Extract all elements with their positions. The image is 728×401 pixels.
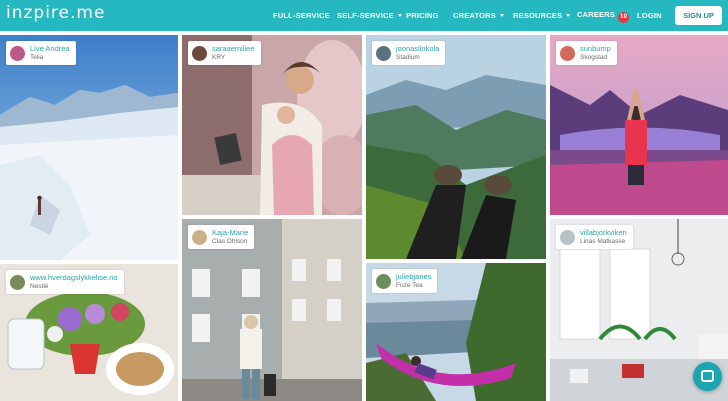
brand-name: Nestlé <box>30 283 49 290</box>
logo[interactable]: inzpire.me <box>6 3 105 23</box>
nav-careers[interactable]: CAREERS 10 <box>577 10 630 23</box>
brand-name: Telia <box>30 54 44 61</box>
chevron-down-icon <box>566 14 571 17</box>
avatar <box>10 274 25 290</box>
snow-mountain-photo <box>0 35 178 260</box>
brand-name: Fuze Tea <box>396 282 423 289</box>
avatar <box>376 45 391 61</box>
creator-card-sunbump[interactable]: sunbump Skogstad <box>550 35 728 215</box>
creator-card-live-andrea[interactable]: Live Andrea Telia <box>0 35 178 260</box>
creator-name: villabjorkviken <box>580 228 627 237</box>
nav-creators-label: CREATORS <box>453 11 496 20</box>
creator-tag: www.hverdagslykkelise.no Nestlé <box>6 270 124 294</box>
chat-launcher-button[interactable] <box>693 362 722 391</box>
creator-tag: joonaslinkola Stadium <box>372 41 446 65</box>
chevron-down-icon <box>397 14 402 17</box>
brand-name: KRY <box>212 54 226 61</box>
avatar <box>560 229 575 245</box>
creator-card-joonaslinkola[interactable]: joonaslinkola Stadium <box>366 35 546 259</box>
creator-name: juliebjanes <box>396 272 432 281</box>
valley-hike-photo <box>366 35 546 259</box>
avatar <box>560 45 575 61</box>
careers-count-badge: 10 <box>618 12 630 23</box>
avatar <box>192 229 207 245</box>
nav-careers-label: CAREERS <box>577 10 616 19</box>
creator-card-saraaemiliee[interactable]: saraaemiliee KRY <box>182 35 362 215</box>
login-link[interactable]: LOGIN <box>637 11 662 20</box>
avatar <box>10 45 25 61</box>
creator-name: sunbump <box>580 44 611 53</box>
creator-card-juliebjanes[interactable]: juliebjanes Fuze Tea <box>366 263 546 401</box>
creator-card-kaja-marie[interactable]: Kaja-Marie Clas Ohlson <box>182 219 362 401</box>
creator-tag: Live Andrea Telia <box>6 41 76 65</box>
sign-up-button[interactable]: SIGN UP <box>675 6 722 25</box>
creator-tag: juliebjanes Fuze Tea <box>372 269 438 293</box>
brand-name: Skogstad <box>580 54 608 61</box>
creator-name: saraaemiliee <box>212 44 255 53</box>
nav-self-service-label: SELF-SERVICE <box>337 11 394 20</box>
nav-pricing[interactable]: PRICING <box>406 11 439 20</box>
chevron-down-icon <box>500 14 504 17</box>
creator-tag: sunbump Skogstad <box>556 41 617 65</box>
nav-resources-label: RESOURCES <box>513 11 563 20</box>
brand-name: Linas Matkasse <box>580 238 626 245</box>
avatar <box>376 273 391 289</box>
nav-creators[interactable]: CREATORS <box>453 11 504 20</box>
nav-self-service[interactable]: SELF-SERVICE <box>337 11 402 20</box>
creator-card-hverdagslykkelise[interactable]: www.hverdagslykkelise.no Nestlé <box>0 264 178 401</box>
nav-pricing-label: PRICING <box>406 11 439 20</box>
brand-name: Stadium <box>396 54 420 61</box>
nav-full-service[interactable]: FULL-SERVICE <box>273 11 330 20</box>
top-navbar: inzpire.me FULL-SERVICE SELF-SERVICE PRI… <box>0 0 728 31</box>
brand-name: Clas Ohlson <box>212 238 248 245</box>
creator-tag: Kaja-Marie Clas Ohlson <box>188 225 255 249</box>
creator-name: www.hverdagslykkelise.no <box>30 273 118 282</box>
creator-tag: villabjorkviken Linas Matkasse <box>556 225 633 249</box>
creator-name: Kaja-Marie <box>212 228 249 237</box>
chat-bubble-icon <box>701 370 714 382</box>
creator-name: joonaslinkola <box>396 44 440 53</box>
avatar <box>192 45 207 61</box>
login-label: LOGIN <box>637 11 662 20</box>
creator-name: Live Andrea <box>30 44 70 53</box>
creator-tag: saraaemiliee KRY <box>188 41 261 65</box>
nav-full-service-label: FULL-SERVICE <box>273 11 330 20</box>
nav-resources[interactable]: RESOURCES <box>513 11 571 20</box>
